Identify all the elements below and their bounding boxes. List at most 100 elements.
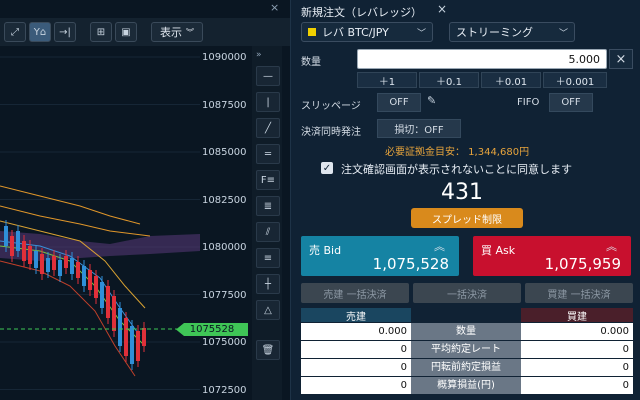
price-axis[interactable]: 1090000 1087500 1085000 1082500 1080000 10775…: [200, 46, 250, 400]
close-icon[interactable]: ×: [437, 2, 447, 16]
gann-icon[interactable]: ⫽: [256, 222, 280, 242]
buy-value: 0: [521, 377, 633, 394]
sell-value: 0.000: [301, 323, 411, 340]
candle-body: [142, 328, 146, 346]
order-mode-select[interactable]: ストリーミング ﹀: [449, 22, 575, 42]
row-label: 概算損益(円): [411, 377, 521, 394]
image-icon[interactable]: ▣: [115, 22, 137, 42]
price-tick-label: 1082500: [202, 194, 247, 206]
candle-body: [88, 270, 92, 290]
triangle-icon[interactable]: △: [256, 300, 280, 320]
buy-value: 0: [521, 359, 633, 376]
candle-body: [64, 256, 68, 268]
candle-body: [40, 254, 44, 274]
sell-position-header: 売建: [301, 308, 411, 323]
row-label: 数量: [411, 323, 521, 340]
chevron-down-icon: ﹀: [558, 28, 568, 39]
vertical-line-icon[interactable]: |: [256, 92, 280, 112]
horizontal-line-icon[interactable]: —: [256, 66, 280, 86]
price-tick-label: 1075000: [202, 337, 247, 348]
candle-body: [58, 260, 62, 276]
spread-limit-button[interactable]: スプレッド制限: [411, 208, 523, 228]
candle-body: [4, 226, 8, 246]
chart-grid: [0, 56, 200, 390]
increment-0.001-button[interactable]: ＋0.001: [543, 72, 607, 88]
fifo-toggle[interactable]: OFF: [549, 93, 593, 112]
candle-body: [76, 262, 80, 278]
candle-body: [118, 308, 122, 346]
buy-value: 0: [521, 341, 633, 358]
buy-ask-button[interactable]: 買 Ask ︽ 1,075,959: [473, 236, 631, 276]
parallel-lines-icon[interactable]: ≡: [256, 248, 280, 268]
display-dropdown[interactable]: 表示 ︾: [151, 22, 203, 42]
sell-bid-button[interactable]: 売 Bid ︽ 1,075,528: [301, 236, 459, 276]
fit-icon[interactable]: ⤢: [4, 22, 26, 42]
increment-0.01-button[interactable]: ＋0.01: [481, 72, 541, 88]
close-buy-all-button[interactable]: 買建 一括決済: [525, 283, 633, 303]
quantity-input[interactable]: [357, 49, 607, 69]
pitchfork-icon[interactable]: ≣: [256, 196, 280, 216]
agree-checkbox[interactable]: ✓: [321, 162, 333, 174]
settle-label: 決済同時発注: [301, 127, 361, 138]
sell-value: 0: [301, 359, 411, 376]
price-tick-label: 1080000: [202, 242, 247, 253]
candle-body: [106, 286, 110, 318]
row-label: 円転前約定損益: [411, 359, 521, 376]
candlestick-chart[interactable]: [0, 46, 200, 400]
symbol-label: レバ BTC/JPY: [322, 26, 389, 39]
candle-body: [82, 266, 86, 286]
collapse-icon[interactable]: »: [256, 50, 262, 60]
buy-value: 0.000: [521, 323, 633, 340]
jump-icon[interactable]: →|: [54, 22, 76, 42]
close-all-button[interactable]: 一括決済: [413, 283, 521, 303]
trend-line-icon[interactable]: ╱: [256, 118, 280, 138]
current-price-label: 1075528: [176, 323, 248, 336]
order-panel: 新規注文（レバレッジ） × レバ BTC/JPY ﹀ ストリーミング ﹀ 数量 …: [290, 0, 640, 400]
slippage-toggle[interactable]: OFF: [377, 93, 421, 112]
candle-body: [100, 282, 104, 308]
chart-toolbar: ⤢ Y⌂ →| ⊞ ▣ 表示 ︾: [0, 18, 290, 46]
chart-pane[interactable]: × ⤢ Y⌂ →| ⊞ ▣ 表示 ︾ 1090000 1087500 1085000…: [0, 0, 290, 400]
agree-label: 注文確認画面が表示されないことに同意します: [341, 163, 572, 176]
add-chart-icon[interactable]: ⊞: [90, 22, 112, 42]
stop-loss-toggle[interactable]: 損切：OFF: [377, 119, 461, 138]
chevrons-up-icon: ︽: [606, 240, 617, 253]
bid-label: 売 Bid: [309, 244, 342, 257]
candle-body: [136, 331, 140, 361]
symbol-color-icon: [308, 28, 316, 36]
cross-icon[interactable]: ┼: [256, 274, 280, 294]
close-sell-all-button[interactable]: 売建 一括決済: [301, 283, 409, 303]
indicator-line: [0, 185, 141, 225]
candle-body: [10, 236, 14, 256]
sell-value: 0: [301, 341, 411, 358]
increment-1-button[interactable]: ＋1: [357, 72, 417, 88]
required-margin: 必要証拠金目安： 1,344,680円: [385, 147, 530, 158]
chevron-down-icon: ︾: [186, 27, 194, 37]
indicator-icon[interactable]: Y⌂: [29, 22, 51, 42]
chevron-down-icon: ﹀: [416, 28, 426, 39]
close-icon[interactable]: ×: [270, 1, 279, 14]
quantity-clear-button[interactable]: ×: [609, 49, 633, 69]
fibonacci-icon[interactable]: F≡: [256, 170, 280, 190]
display-label: 表示: [160, 26, 182, 39]
fifo-label: FIFO: [517, 97, 540, 108]
increment-0.1-button[interactable]: ＋0.1: [419, 72, 479, 88]
channel-icon[interactable]: ═: [256, 144, 280, 164]
chevrons-up-icon: ︽: [434, 240, 445, 253]
spread-value: 431: [441, 180, 483, 205]
price-tick-label: 1085000: [202, 147, 247, 158]
position-table: 売建 買建 0.000 数量 0.000 0 平均約定レート 0 0 円転前約定…: [301, 308, 633, 400]
table-row: 0.000 数量 0.000: [301, 323, 633, 341]
symbol-select[interactable]: レバ BTC/JPY ﹀: [301, 22, 433, 42]
bid-price: 1,075,528: [372, 255, 449, 273]
order-mode-label: ストリーミング: [456, 26, 533, 39]
quantity-label: 数量: [301, 57, 321, 68]
candle-body: [28, 246, 32, 264]
candle-body: [52, 256, 56, 270]
slippage-label: スリッページ: [301, 101, 361, 112]
ask-label: 買 Ask: [481, 244, 516, 257]
edit-icon[interactable]: ✎: [427, 94, 436, 107]
candle-body: [130, 326, 134, 364]
trash-icon[interactable]: 🗑: [256, 340, 280, 360]
table-row: 0 円転前約定損益 0: [301, 359, 633, 377]
